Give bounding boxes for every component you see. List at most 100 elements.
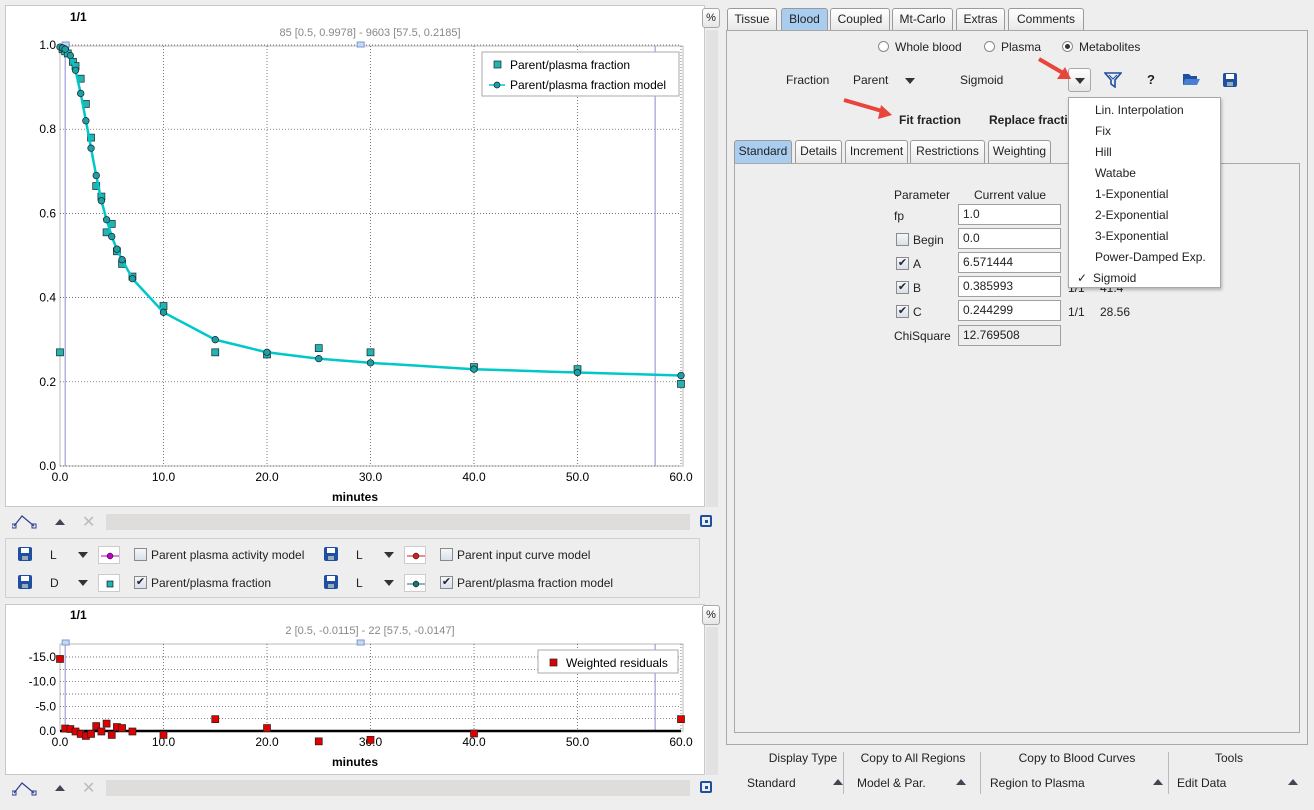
menu-item-label: 1-Exponential: [1095, 187, 1169, 201]
subtab-increment[interactable]: Increment: [845, 140, 908, 163]
radio-label: Metabolites: [1079, 40, 1141, 54]
main-chart-scrollbar[interactable]: [706, 30, 718, 507]
menu-item-hill[interactable]: Hill: [1069, 142, 1220, 163]
param-value-begin[interactable]: 0.0: [958, 228, 1061, 249]
legend-entry: Weighted residuals: [566, 656, 668, 670]
range-handle[interactable]: [61, 639, 70, 646]
chisquare-label: ChiSquare: [894, 329, 951, 343]
residual-point: [118, 724, 126, 732]
subtab-restrictions[interactable]: Restrictions: [910, 140, 985, 163]
tab-comments[interactable]: Comments: [1008, 8, 1084, 30]
up-triangle-icon: [1288, 779, 1298, 785]
param-label: A: [913, 257, 922, 271]
chevron-down-icon: [905, 78, 915, 84]
folder-open-icon[interactable]: [1182, 72, 1200, 87]
bottom-button-2[interactable]: Region to Plasma: [985, 771, 1170, 793]
x-tick-label: 20.0: [255, 735, 279, 749]
y-tick-label: -15.0: [29, 650, 57, 664]
filter-icon[interactable]: [1104, 71, 1122, 88]
residual-point: [677, 715, 685, 724]
param-checkbox-begin[interactable]: [896, 233, 909, 246]
residual-point: [56, 655, 64, 663]
menu-item-sigmoid[interactable]: ✓ Sigmoid: [1069, 268, 1220, 289]
residual-point: [107, 731, 116, 739]
param-checkbox-b[interactable]: ✔: [896, 281, 909, 294]
up-triangle-icon[interactable]: [55, 785, 65, 791]
legend-swatch: [549, 658, 558, 667]
menu-item-1-exponential[interactable]: 1-Exponential: [1069, 184, 1220, 205]
residual-chart[interactable]: 0.010.020.030.040.050.060.00.0-5.0-10.0-…: [0, 0, 705, 780]
x-axis-label: minutes: [332, 755, 378, 769]
curve-tool-icon[interactable]: [12, 780, 38, 796]
camera-icon[interactable]: [700, 781, 712, 793]
fit-fraction-button[interactable]: Fit fraction: [899, 113, 961, 127]
residual-point: [314, 737, 323, 746]
residual-point: [87, 730, 95, 738]
residual-percent-button[interactable]: %: [702, 605, 720, 625]
residual-slider[interactable]: [106, 780, 690, 796]
param-label: B: [913, 281, 922, 295]
bottom-button-0[interactable]: Standard: [742, 771, 850, 793]
radio-plasma[interactable]: [984, 41, 995, 52]
param-checkbox-a[interactable]: ✔: [896, 257, 909, 270]
param-value-b[interactable]: 0.385993: [958, 276, 1061, 297]
fraction-value: Parent: [853, 73, 889, 87]
range-label: 2 [0.5, -0.0115] - 22 [57.5, -0.0147]: [285, 625, 454, 637]
menu-item-label: Watabe: [1095, 166, 1136, 180]
menu-item-fix[interactable]: Fix: [1069, 121, 1220, 142]
tab-coupled[interactable]: Coupled: [830, 8, 890, 30]
tab-extras[interactable]: Extras: [956, 8, 1005, 30]
bottom-button-label: Edit Data: [1177, 776, 1227, 790]
param-extra: 28.56: [1100, 305, 1131, 319]
fraction-model-label: Sigmoid: [960, 73, 1004, 87]
menu-item-label: Fix: [1095, 124, 1111, 138]
up-triangle-icon: [956, 779, 966, 785]
menu-item-watabe[interactable]: Watabe: [1069, 163, 1220, 184]
fraction-select[interactable]: Parent: [850, 70, 920, 90]
menu-item-lin-interpolation[interactable]: Lin. Interpolation: [1069, 100, 1220, 121]
chisquare-field: 12.769508: [958, 325, 1061, 346]
bottom-button-3[interactable]: Edit Data: [1172, 771, 1305, 793]
y-tick-label: 0.0: [39, 724, 56, 738]
residual-point: [366, 736, 375, 744]
x-tick-label: 50.0: [566, 735, 590, 749]
param-value-fp[interactable]: 1.0: [958, 204, 1061, 225]
residual-point: [211, 715, 220, 724]
subtab-details[interactable]: Details: [795, 140, 842, 163]
param-checkbox-c[interactable]: ✔: [896, 305, 909, 318]
fraction-label: Fraction: [786, 73, 830, 87]
menu-item-label: Hill: [1095, 145, 1112, 159]
bottom-button-label: Standard: [747, 776, 796, 790]
help-button[interactable]: ?: [1147, 72, 1155, 87]
radio-metabolites[interactable]: [1062, 41, 1073, 52]
close-icon[interactable]: ✕: [82, 778, 95, 798]
param-value-a[interactable]: 6.571444: [958, 252, 1061, 273]
annotation-arrow: [1037, 57, 1071, 79]
save-icon[interactable]: [1223, 73, 1237, 87]
legend: Weighted residuals: [537, 649, 679, 674]
x-tick-label: 60.0: [669, 735, 693, 749]
parameter-header: Parameter: [894, 188, 951, 202]
section-title: Tools: [1214, 751, 1243, 765]
bottom-button-1[interactable]: Model & Par.: [852, 771, 973, 793]
menu-item-power-damped-exp-[interactable]: Power-Damped Exp.: [1069, 247, 1220, 268]
subtab-standard[interactable]: Standard: [734, 140, 792, 163]
residual-point: [102, 719, 111, 728]
param-label: C: [913, 305, 922, 319]
tab-tissue[interactable]: Tissue: [727, 8, 777, 30]
tab-mt-carlo[interactable]: Mt-Carlo: [892, 8, 953, 30]
menu-item-2-exponential[interactable]: 2-Exponential: [1069, 205, 1220, 226]
tab-blood[interactable]: Blood: [781, 8, 828, 30]
residual-point: [128, 727, 137, 736]
current-value-header: Current value: [974, 188, 1047, 202]
up-triangle-icon: [833, 779, 843, 785]
menu-item-3-exponential[interactable]: 3-Exponential: [1069, 226, 1220, 247]
param-value-c[interactable]: 0.244299: [958, 300, 1061, 321]
residual-point: [263, 724, 271, 732]
menu-item-label: 2-Exponential: [1095, 208, 1169, 222]
radio-whole-blood[interactable]: [878, 41, 889, 52]
range-handle[interactable]: [356, 639, 365, 646]
replace-fraction-button[interactable]: Replace fracti: [989, 113, 1068, 127]
bottom-button-label: Region to Plasma: [990, 776, 1085, 790]
subtab-weighting[interactable]: Weighting: [988, 140, 1051, 163]
